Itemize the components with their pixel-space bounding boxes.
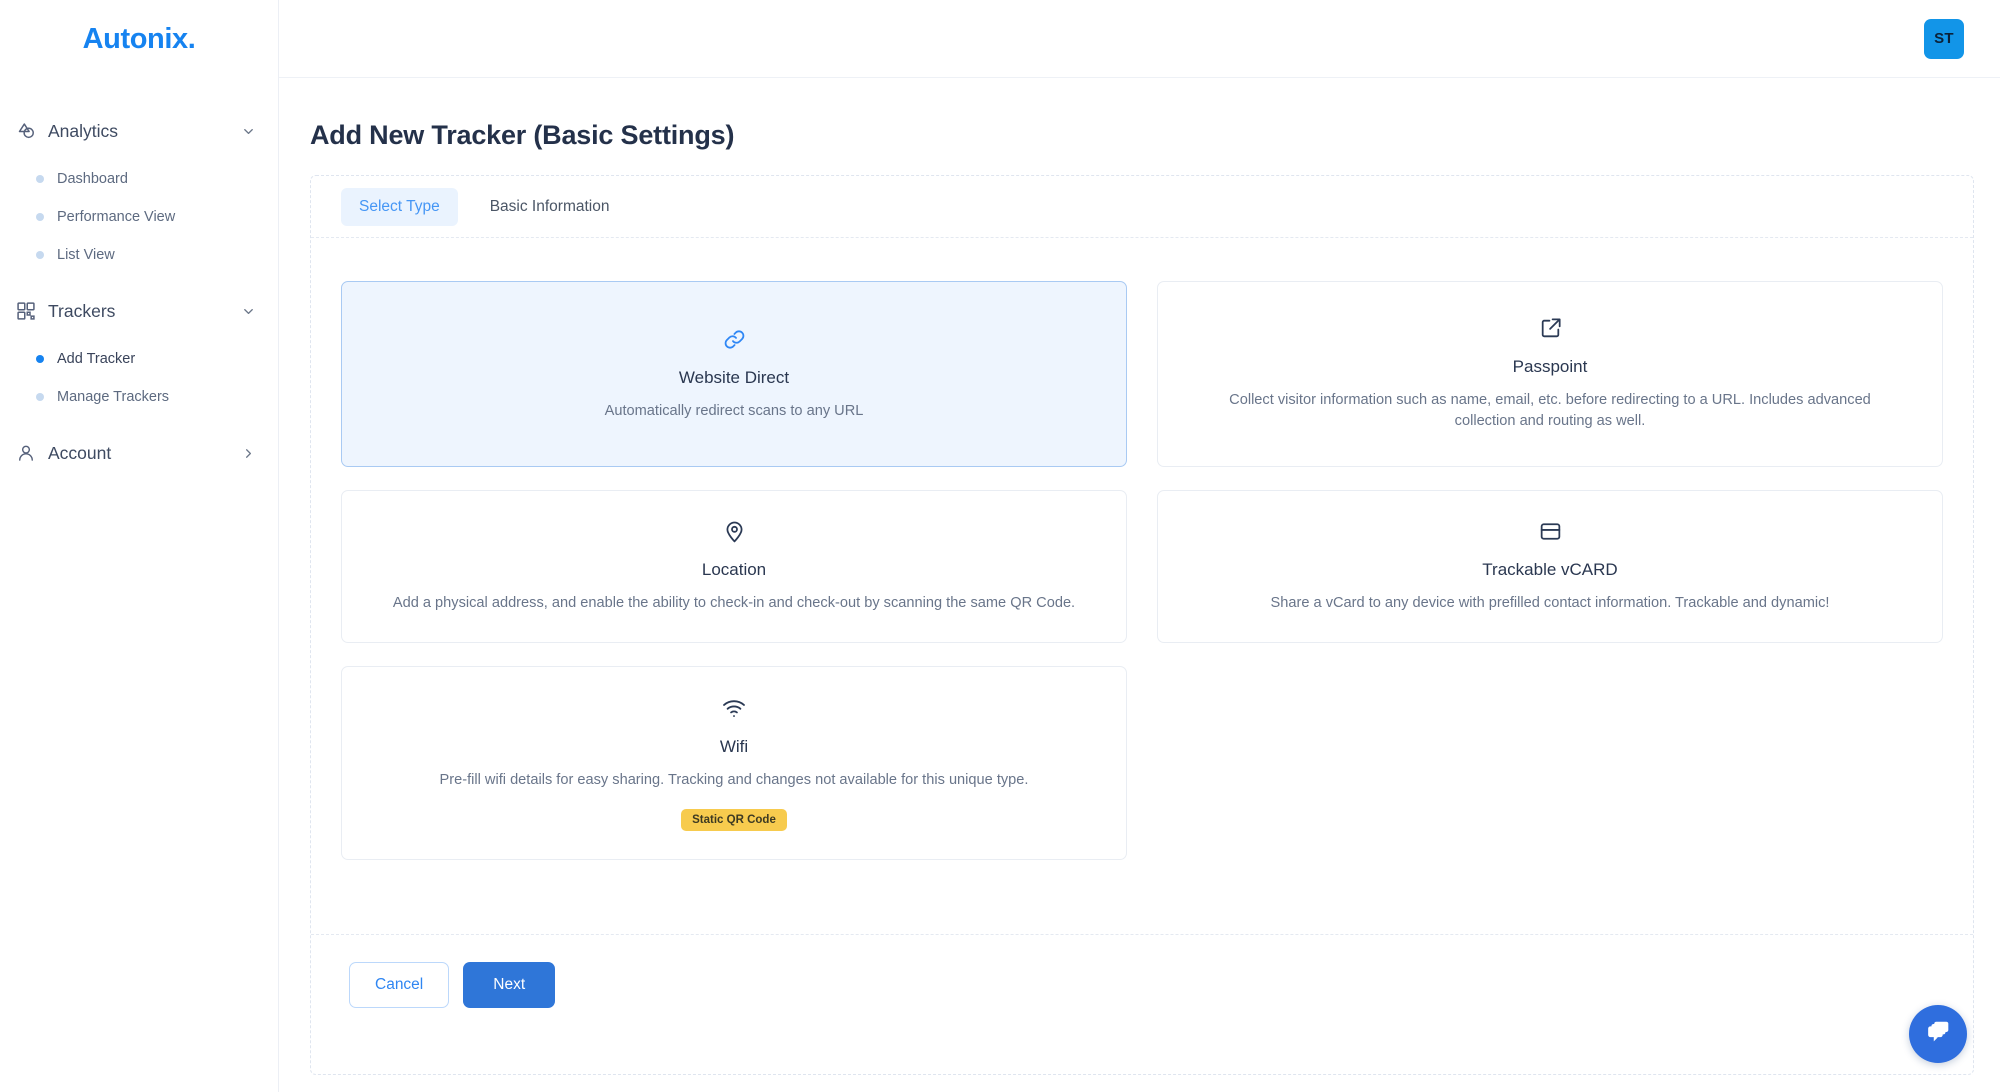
chevron-down-icon[interactable]: [241, 124, 256, 139]
sidebar-item-label: List View: [57, 247, 115, 263]
sidebar-item-label: Manage Trackers: [57, 389, 170, 405]
sidebar-group-account: Account: [0, 430, 278, 476]
bullet-icon: [36, 213, 44, 221]
tracker-type-description: Collect visitor information such as name…: [1229, 392, 1871, 429]
status-badge: Static QR Code: [681, 809, 787, 832]
sidebar-group-label: Trackers: [48, 300, 116, 321]
sidebar-item-add-tracker[interactable]: Add Tracker: [0, 340, 278, 378]
tracker-type-card-passpoint[interactable]: Passpoint Collect visitor information su…: [1157, 281, 1943, 467]
tracker-type-card-location[interactable]: Location Add a physical address, and ena…: [341, 490, 1127, 643]
external-link-icon: [1538, 316, 1563, 341]
sidebar-group-trackers: Trackers Add Tracker Manage Trackers: [0, 288, 278, 430]
brand-name: Autonix.: [82, 22, 196, 55]
sidebar-item-list-view[interactable]: List View: [0, 236, 278, 274]
tracker-type-title: Passpoint: [1512, 357, 1588, 377]
map-pin-icon: [722, 519, 747, 544]
sidebar-sublist-trackers: Add Tracker Manage Trackers: [0, 334, 278, 430]
tracker-wizard-panel: Select Type Basic Information Website Di…: [310, 175, 1974, 1075]
app-root: Autonix. Analytics Dashboard Performance…: [0, 0, 2000, 1092]
sidebar-item-label: Dashboard: [57, 171, 128, 187]
bullet-icon: [36, 393, 44, 401]
page-title: Add New Tracker (Basic Settings): [310, 120, 735, 150]
link-icon: [722, 327, 747, 352]
tracker-type-title: Wifi: [719, 736, 749, 756]
sidebar-group-label: Analytics: [48, 120, 119, 141]
tracker-type-row: Website Direct Automatically redirect sc…: [341, 281, 1943, 467]
sidebar-group-header-analytics[interactable]: Analytics: [0, 108, 278, 154]
analytics-icon: [14, 119, 38, 143]
user-icon: [14, 441, 38, 465]
chat-bubbles-icon: [1923, 1017, 1953, 1052]
tab-basic-information[interactable]: Basic Information: [472, 188, 628, 226]
top-bar: ST: [279, 0, 2000, 78]
tracker-type-description: Share a vCard to any device with prefill…: [1270, 595, 1830, 611]
sidebar-group-analytics: Analytics Dashboard Performance View Lis…: [0, 108, 278, 288]
sidebar-item-label: Add Tracker: [57, 351, 136, 367]
tracker-type-title: Trackable vCARD: [1482, 560, 1618, 579]
chat-widget-button[interactable]: [1909, 1005, 1967, 1063]
tab-select-type[interactable]: Select Type: [341, 187, 458, 226]
next-button[interactable]: Next: [463, 962, 556, 1008]
sidebar-group-label: Account: [48, 442, 112, 463]
wizard-tabs: Select Type Basic Information: [311, 176, 1973, 238]
brand-logo[interactable]: Autonix.: [0, 0, 278, 78]
tracker-type-row: Wifi Pre-fill wifi details for easy shar…: [341, 665, 1943, 861]
qr-code-icon: [14, 299, 38, 323]
sidebar-item-performance-view[interactable]: Performance View: [0, 198, 278, 236]
sidebar-group-header-account[interactable]: Account: [0, 430, 278, 476]
sidebar-nav: Analytics Dashboard Performance View Lis…: [0, 78, 278, 476]
chevron-right-icon[interactable]: [241, 446, 256, 461]
bullet-icon: [36, 175, 44, 183]
tracker-type-grid: Website Direct Automatically redirect sc…: [311, 238, 1973, 934]
main-content: ST Add New Tracker (Basic Settings) Sele…: [279, 0, 2000, 1092]
card-icon: [1538, 519, 1563, 544]
sidebar-sublist-analytics: Dashboard Performance View List View: [0, 154, 278, 288]
sidebar-group-header-trackers[interactable]: Trackers: [0, 288, 278, 334]
tracker-type-card-website-direct[interactable]: Website Direct Automatically redirect sc…: [341, 281, 1127, 467]
wizard-footer: Cancel Next: [311, 934, 1973, 1074]
bullet-icon: [36, 355, 44, 363]
sidebar: Autonix. Analytics Dashboard Performance…: [0, 0, 279, 1092]
tracker-type-description: Add a physical address, and enable the a…: [392, 595, 1076, 611]
wifi-icon: [721, 695, 747, 721]
tracker-type-description: Automatically redirect scans to any URL: [604, 402, 864, 419]
footer-buttons: Cancel Next: [349, 962, 1973, 1008]
tracker-type-card-wifi[interactable]: Wifi Pre-fill wifi details for easy shar…: [341, 665, 1127, 861]
tracker-type-title: Location: [701, 560, 767, 579]
tracker-type-card-trackable-vcard[interactable]: Trackable vCARD Share a vCard to any dev…: [1157, 490, 1943, 643]
cancel-button[interactable]: Cancel: [349, 962, 450, 1008]
chevron-down-icon[interactable]: [241, 304, 256, 319]
tracker-type-title: Website Direct: [678, 367, 790, 387]
avatar[interactable]: ST: [1924, 18, 1964, 59]
sidebar-item-dashboard[interactable]: Dashboard: [0, 160, 278, 198]
sidebar-item-manage-trackers[interactable]: Manage Trackers: [0, 378, 278, 416]
sidebar-item-label: Performance View: [57, 209, 176, 225]
tracker-type-description: Pre-fill wifi details for easy sharing. …: [439, 771, 1029, 788]
bullet-icon: [36, 251, 44, 259]
tracker-type-row: Location Add a physical address, and ena…: [341, 490, 1943, 643]
